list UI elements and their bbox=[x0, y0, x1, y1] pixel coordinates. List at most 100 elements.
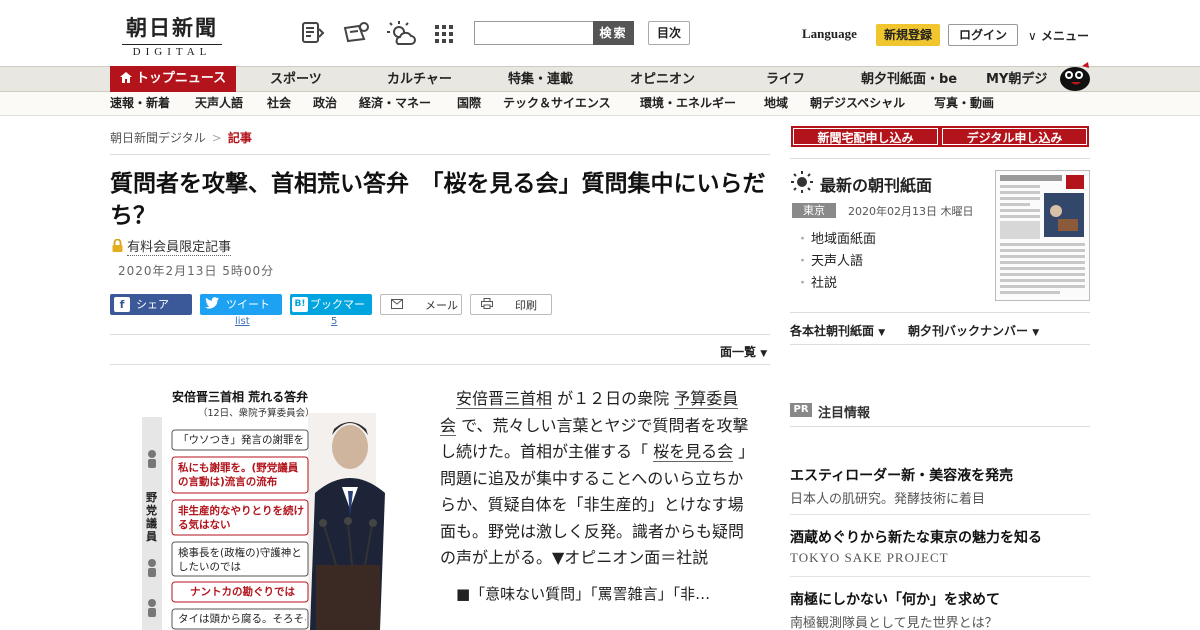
page-list-dropdown[interactable]: 面一覧 ▼ bbox=[720, 343, 767, 360]
newspaper-viewer-icon[interactable] bbox=[300, 20, 326, 46]
primary-nav: トップニュース スポーツ カルチャー 特集・連載 オピニオン ライフ 朝夕刊紙面… bbox=[0, 66, 1200, 92]
digital-subscribe-button[interactable]: デジタル申し込み bbox=[940, 126, 1089, 147]
pr-item-title[interactable]: 酒蔵めぐりから新たな東京の魅力を知る bbox=[790, 527, 1042, 547]
pr-item-subtitle[interactable]: TOKYO SAKE PROJECT bbox=[790, 550, 949, 566]
twitter-count[interactable]: list bbox=[235, 316, 250, 327]
nav2-tech[interactable]: テック＆サイエンス bbox=[503, 92, 611, 115]
nav-paper[interactable]: 朝夕刊紙面・be bbox=[861, 67, 957, 92]
signup-button[interactable]: 新規登録 bbox=[876, 24, 940, 46]
nav-features[interactable]: 特集・連載 bbox=[508, 67, 573, 92]
pr-item-subtitle[interactable]: 南極観測隊員として見た世界とは？ bbox=[790, 612, 998, 630]
lock-icon bbox=[112, 238, 123, 255]
breadcrumb-current: 記事 bbox=[227, 131, 252, 145]
language-link[interactable]: Language bbox=[802, 26, 857, 42]
figure-bubble: 検事長を(政権の)守護神としたいのでは bbox=[178, 547, 302, 573]
nav-opinion[interactable]: オピニオン bbox=[630, 67, 695, 92]
nav2-environment[interactable]: 環境・エネルギー bbox=[640, 92, 736, 115]
nav2-latest[interactable]: 速報・新着 bbox=[110, 92, 170, 115]
twitter-icon bbox=[204, 297, 220, 312]
divider bbox=[110, 334, 770, 335]
body-text: が１２日の衆院 bbox=[552, 389, 675, 408]
paper-link-local[interactable]: 地域面紙面 bbox=[796, 228, 876, 247]
pr-item-title[interactable]: 南極にしかない「何か」を求めて bbox=[790, 589, 1000, 609]
article-date: 2020年2月13日 5時00分 bbox=[118, 264, 275, 278]
paper-link-tenseijingo[interactable]: 天声人語 bbox=[796, 250, 863, 269]
search-input[interactable] bbox=[474, 21, 594, 45]
secondary-nav: 速報・新着 天声人語 社会 政治 経済・マネー 国際 テック＆サイエンス 環境・… bbox=[0, 92, 1200, 116]
figure-bubble: 「ウソつき」発言の謝罪を bbox=[178, 434, 304, 446]
triangle-down-icon: ▼ bbox=[878, 328, 886, 338]
nav2-tenseijingo[interactable]: 天声人語 bbox=[195, 92, 243, 115]
article-figure[interactable]: 安倍晋三首相 荒れる答弁 （12日、衆院予算委員会） 野党議員 「ウソつき」発言… bbox=[110, 375, 420, 630]
nav-culture[interactable]: カルチャー bbox=[387, 67, 452, 92]
article-title: 質問者を攻撃、首相荒い答弁 「桜を見る会」質問集中にいらだち？ bbox=[110, 171, 766, 229]
home-icon bbox=[119, 66, 132, 92]
figure-side-label: 野党議員 bbox=[146, 491, 157, 543]
menu-button[interactable]: ∨ メニュー bbox=[1028, 27, 1089, 44]
article-body: 安倍晋三首相 が１２日の衆院 予算委員会 で、荒々しい言葉とヤジで質問者を攻撃し… bbox=[440, 386, 752, 572]
nav-top-news-label: トップニュース bbox=[135, 71, 227, 86]
pr-section-title: 注目情報 bbox=[818, 406, 871, 421]
home-delivery-button[interactable]: 新聞宅配申し込み bbox=[791, 126, 940, 147]
regional-papers-dropdown[interactable]: 各本社朝刊紙面 ▼ bbox=[790, 322, 885, 339]
facebook-share-button[interactable]: f シェア bbox=[110, 294, 192, 315]
pr-item-subtitle[interactable]: 日本人の肌研究。発酵技術に着目 bbox=[790, 488, 985, 507]
mascot-icon[interactable] bbox=[1058, 60, 1092, 92]
subheading-preview: ■「意味ない質問」「罵詈雑言」「非… bbox=[456, 585, 711, 603]
weather-icon[interactable] bbox=[386, 20, 416, 46]
link-sakura[interactable]: 桜を見る会 bbox=[653, 442, 734, 462]
menu-label: メニュー bbox=[1040, 29, 1089, 43]
mail-share-button[interactable]: メール bbox=[380, 294, 462, 315]
nav2-politics[interactable]: 政治 bbox=[313, 92, 337, 115]
figure-subtitle: （12日、衆院予算委員会） bbox=[198, 408, 315, 419]
nav2-international[interactable]: 国際 bbox=[457, 92, 481, 115]
logo-main-text: 朝日新聞 bbox=[126, 15, 218, 40]
nav2-economy[interactable]: 経済・マネー bbox=[359, 92, 431, 115]
figure-title: 安倍晋三首相 荒れる答弁 bbox=[172, 390, 309, 404]
triangle-down-icon: ▼ bbox=[1032, 328, 1040, 338]
sun-icon bbox=[790, 170, 814, 194]
hatena-count[interactable]: 5 bbox=[331, 316, 337, 327]
nav2-society[interactable]: 社会 bbox=[267, 92, 291, 115]
grid-menu-icon[interactable] bbox=[434, 24, 454, 44]
hatena-bookmark-button[interactable]: B! ブックマーク bbox=[290, 294, 372, 332]
breadcrumb-home[interactable]: 朝日新聞デジタル bbox=[110, 131, 206, 145]
nav-top-news[interactable]: トップニュース bbox=[110, 66, 236, 92]
breadcrumb: 朝日新聞デジタル > 記事 bbox=[110, 129, 252, 146]
print-button[interactable]: 印刷 bbox=[470, 294, 552, 315]
pr-item-title[interactable]: エスティローダー新・美容液を発売 bbox=[790, 465, 1013, 485]
nav-life[interactable]: ライフ bbox=[766, 67, 805, 92]
divider bbox=[790, 312, 1090, 313]
chevron-down-icon: ∨ bbox=[1028, 29, 1037, 43]
twitter-share-button[interactable]: ツイート bbox=[200, 294, 282, 315]
nav-my-asadigi[interactable]: MY朝デジ bbox=[986, 67, 1047, 92]
print-icon bbox=[479, 298, 495, 313]
breadcrumb-separator: > bbox=[211, 131, 222, 145]
figure-bubble: 私にも謝罪を。(野党議員の言動は)流言の流布 bbox=[178, 462, 299, 488]
divider bbox=[790, 344, 1090, 345]
divider bbox=[110, 154, 770, 155]
newspaper-thumbnail[interactable] bbox=[995, 170, 1090, 301]
back-numbers-label: 朝夕刊バックナンバー bbox=[908, 324, 1029, 338]
site-logo[interactable]: 朝日新聞 DIGITAL bbox=[112, 12, 232, 58]
figure-bubble: タイは頭から腐る。そろそろ bbox=[178, 613, 306, 625]
nav2-region[interactable]: 地域 bbox=[764, 92, 788, 115]
latest-paper-title[interactable]: 最新の朝刊紙面 bbox=[820, 172, 932, 196]
print-label: 印刷 bbox=[515, 299, 537, 312]
back-numbers-dropdown[interactable]: 朝夕刊バックナンバー ▼ bbox=[908, 322, 1039, 339]
paper-link-editorial[interactable]: 社説 bbox=[796, 272, 837, 291]
link-abe[interactable]: 安倍晋三首相 bbox=[456, 389, 553, 409]
nav2-photo-video[interactable]: 写真・動画 bbox=[934, 92, 994, 115]
paper-date: 2020年02月13日 木曜日 bbox=[848, 205, 974, 218]
paid-member-badge[interactable]: 有料会員限定記事 bbox=[112, 236, 232, 256]
hatena-icon: B! bbox=[292, 297, 308, 312]
triangle-down-icon: ▼ bbox=[760, 349, 768, 359]
facebook-share-label: シェア bbox=[136, 298, 169, 311]
search-button[interactable]: 検索 bbox=[593, 21, 634, 45]
login-button[interactable]: ログイン bbox=[948, 24, 1018, 46]
toc-button[interactable]: 目次 bbox=[648, 21, 690, 45]
nav2-special[interactable]: 朝デジスペシャル bbox=[810, 92, 905, 115]
scrap-icon[interactable] bbox=[342, 20, 370, 46]
nav-sports[interactable]: スポーツ bbox=[270, 67, 322, 92]
divider bbox=[110, 364, 770, 365]
